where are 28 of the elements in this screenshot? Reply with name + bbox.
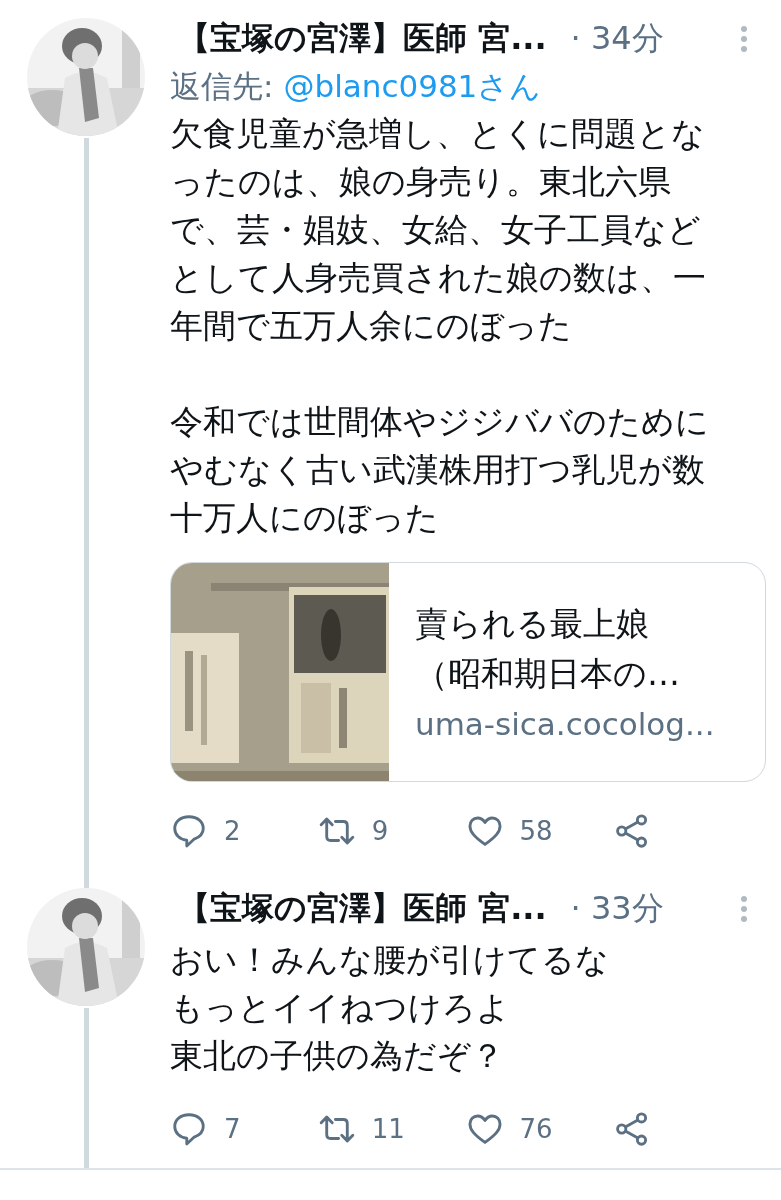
tweet-text: ったのは、娘の身売り。東北六県 <box>170 161 672 203</box>
tweet-text: として人身売買された娘の数は、一 <box>170 257 707 299</box>
tweet-text: で、芸・娼妓、女給、女子工員など <box>170 209 702 251</box>
card-title: 賣られる最上娘 <box>415 603 650 645</box>
tweet-text: 欠食児童が急増し、とくに問題とな <box>170 113 706 155</box>
tweet-text: おい！みんな腰が引けてるな <box>170 939 610 981</box>
tweet-text: 年間で五万人余にのぼった <box>170 305 573 347</box>
reply-label: 返信先: <box>170 67 274 106</box>
reply-count: 2 <box>224 816 241 846</box>
user-name[interactable]: 【宝塚の宮澤】医師 宮... <box>178 887 547 931</box>
tweet-text: やむなく古い武漢株用打つ乳児が数 <box>170 449 706 491</box>
reply-icon[interactable] <box>170 1110 208 1148</box>
tweet-text: 東北の子供の為だぞ？ <box>170 1035 505 1077</box>
user-name[interactable]: 【宝塚の宮澤】医師 宮... <box>178 17 547 61</box>
retweet-count: 11 <box>371 1114 405 1144</box>
tweet-text: もっとイイねつけろよ <box>170 987 511 1029</box>
reply-count: 7 <box>224 1114 241 1144</box>
link-card[interactable]: 賣られる最上娘 （昭和期日本の… uma-sica.cocolog... <box>170 562 766 782</box>
tweet-text: 十万人にのぼった <box>170 497 440 539</box>
card-title: （昭和期日本の… <box>415 653 681 695</box>
timestamp[interactable]: · 34分 <box>570 17 664 61</box>
card-domain: uma-sica.cocolog... <box>415 705 715 744</box>
like-count: 58 <box>519 816 553 846</box>
reply-icon[interactable] <box>170 812 208 850</box>
timestamp[interactable]: · 33分 <box>570 887 664 931</box>
tweet-text: 令和では世間体やジジババのために <box>170 401 710 443</box>
retweet-count: 9 <box>371 816 389 846</box>
like-count: 76 <box>519 1114 553 1144</box>
